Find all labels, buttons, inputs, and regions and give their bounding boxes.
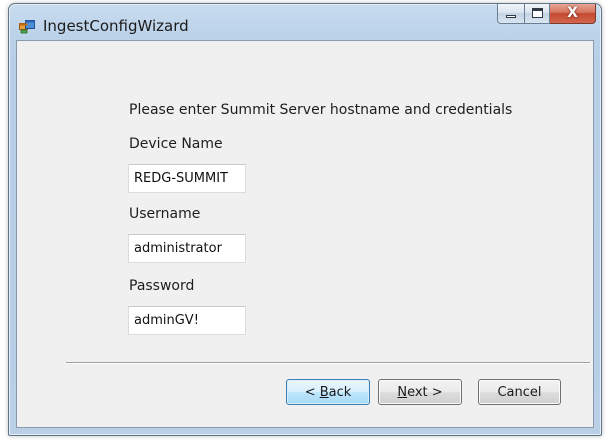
button-separator [66, 362, 590, 364]
close-icon: X [567, 5, 578, 21]
device-name-label: Device Name [129, 136, 223, 152]
back-rest: ack [328, 384, 352, 400]
title-bar[interactable]: IngestConfigWizard X [9, 4, 601, 40]
minimize-button[interactable] [497, 4, 524, 24]
close-button[interactable]: X [550, 4, 596, 24]
next-rest: ext > [407, 384, 443, 400]
back-prefix: < [304, 384, 320, 400]
password-label: Password [129, 278, 195, 294]
back-mnemonic: B [319, 384, 329, 400]
next-mnemonic: N [397, 384, 408, 400]
back-button[interactable]: < Back [286, 379, 370, 405]
maximize-icon [532, 8, 543, 18]
password-input[interactable] [128, 306, 246, 335]
maximize-button[interactable] [524, 4, 550, 24]
cancel-button[interactable]: Cancel [478, 379, 561, 405]
app-window-icon [19, 20, 35, 34]
wizard-client-area: Please enter Summit Server hostname and … [16, 40, 594, 428]
next-button[interactable]: Next > [378, 379, 462, 405]
window-title: IngestConfigWizard [43, 17, 189, 35]
username-input[interactable] [128, 234, 246, 263]
instruction-text: Please enter Summit Server hostname and … [129, 102, 513, 118]
minimize-icon [506, 15, 516, 18]
username-label: Username [129, 206, 201, 222]
wizard-window: IngestConfigWizard X Please enter Summit… [8, 3, 602, 436]
device-name-input[interactable] [128, 164, 246, 193]
caption-buttons: X [497, 4, 596, 25]
